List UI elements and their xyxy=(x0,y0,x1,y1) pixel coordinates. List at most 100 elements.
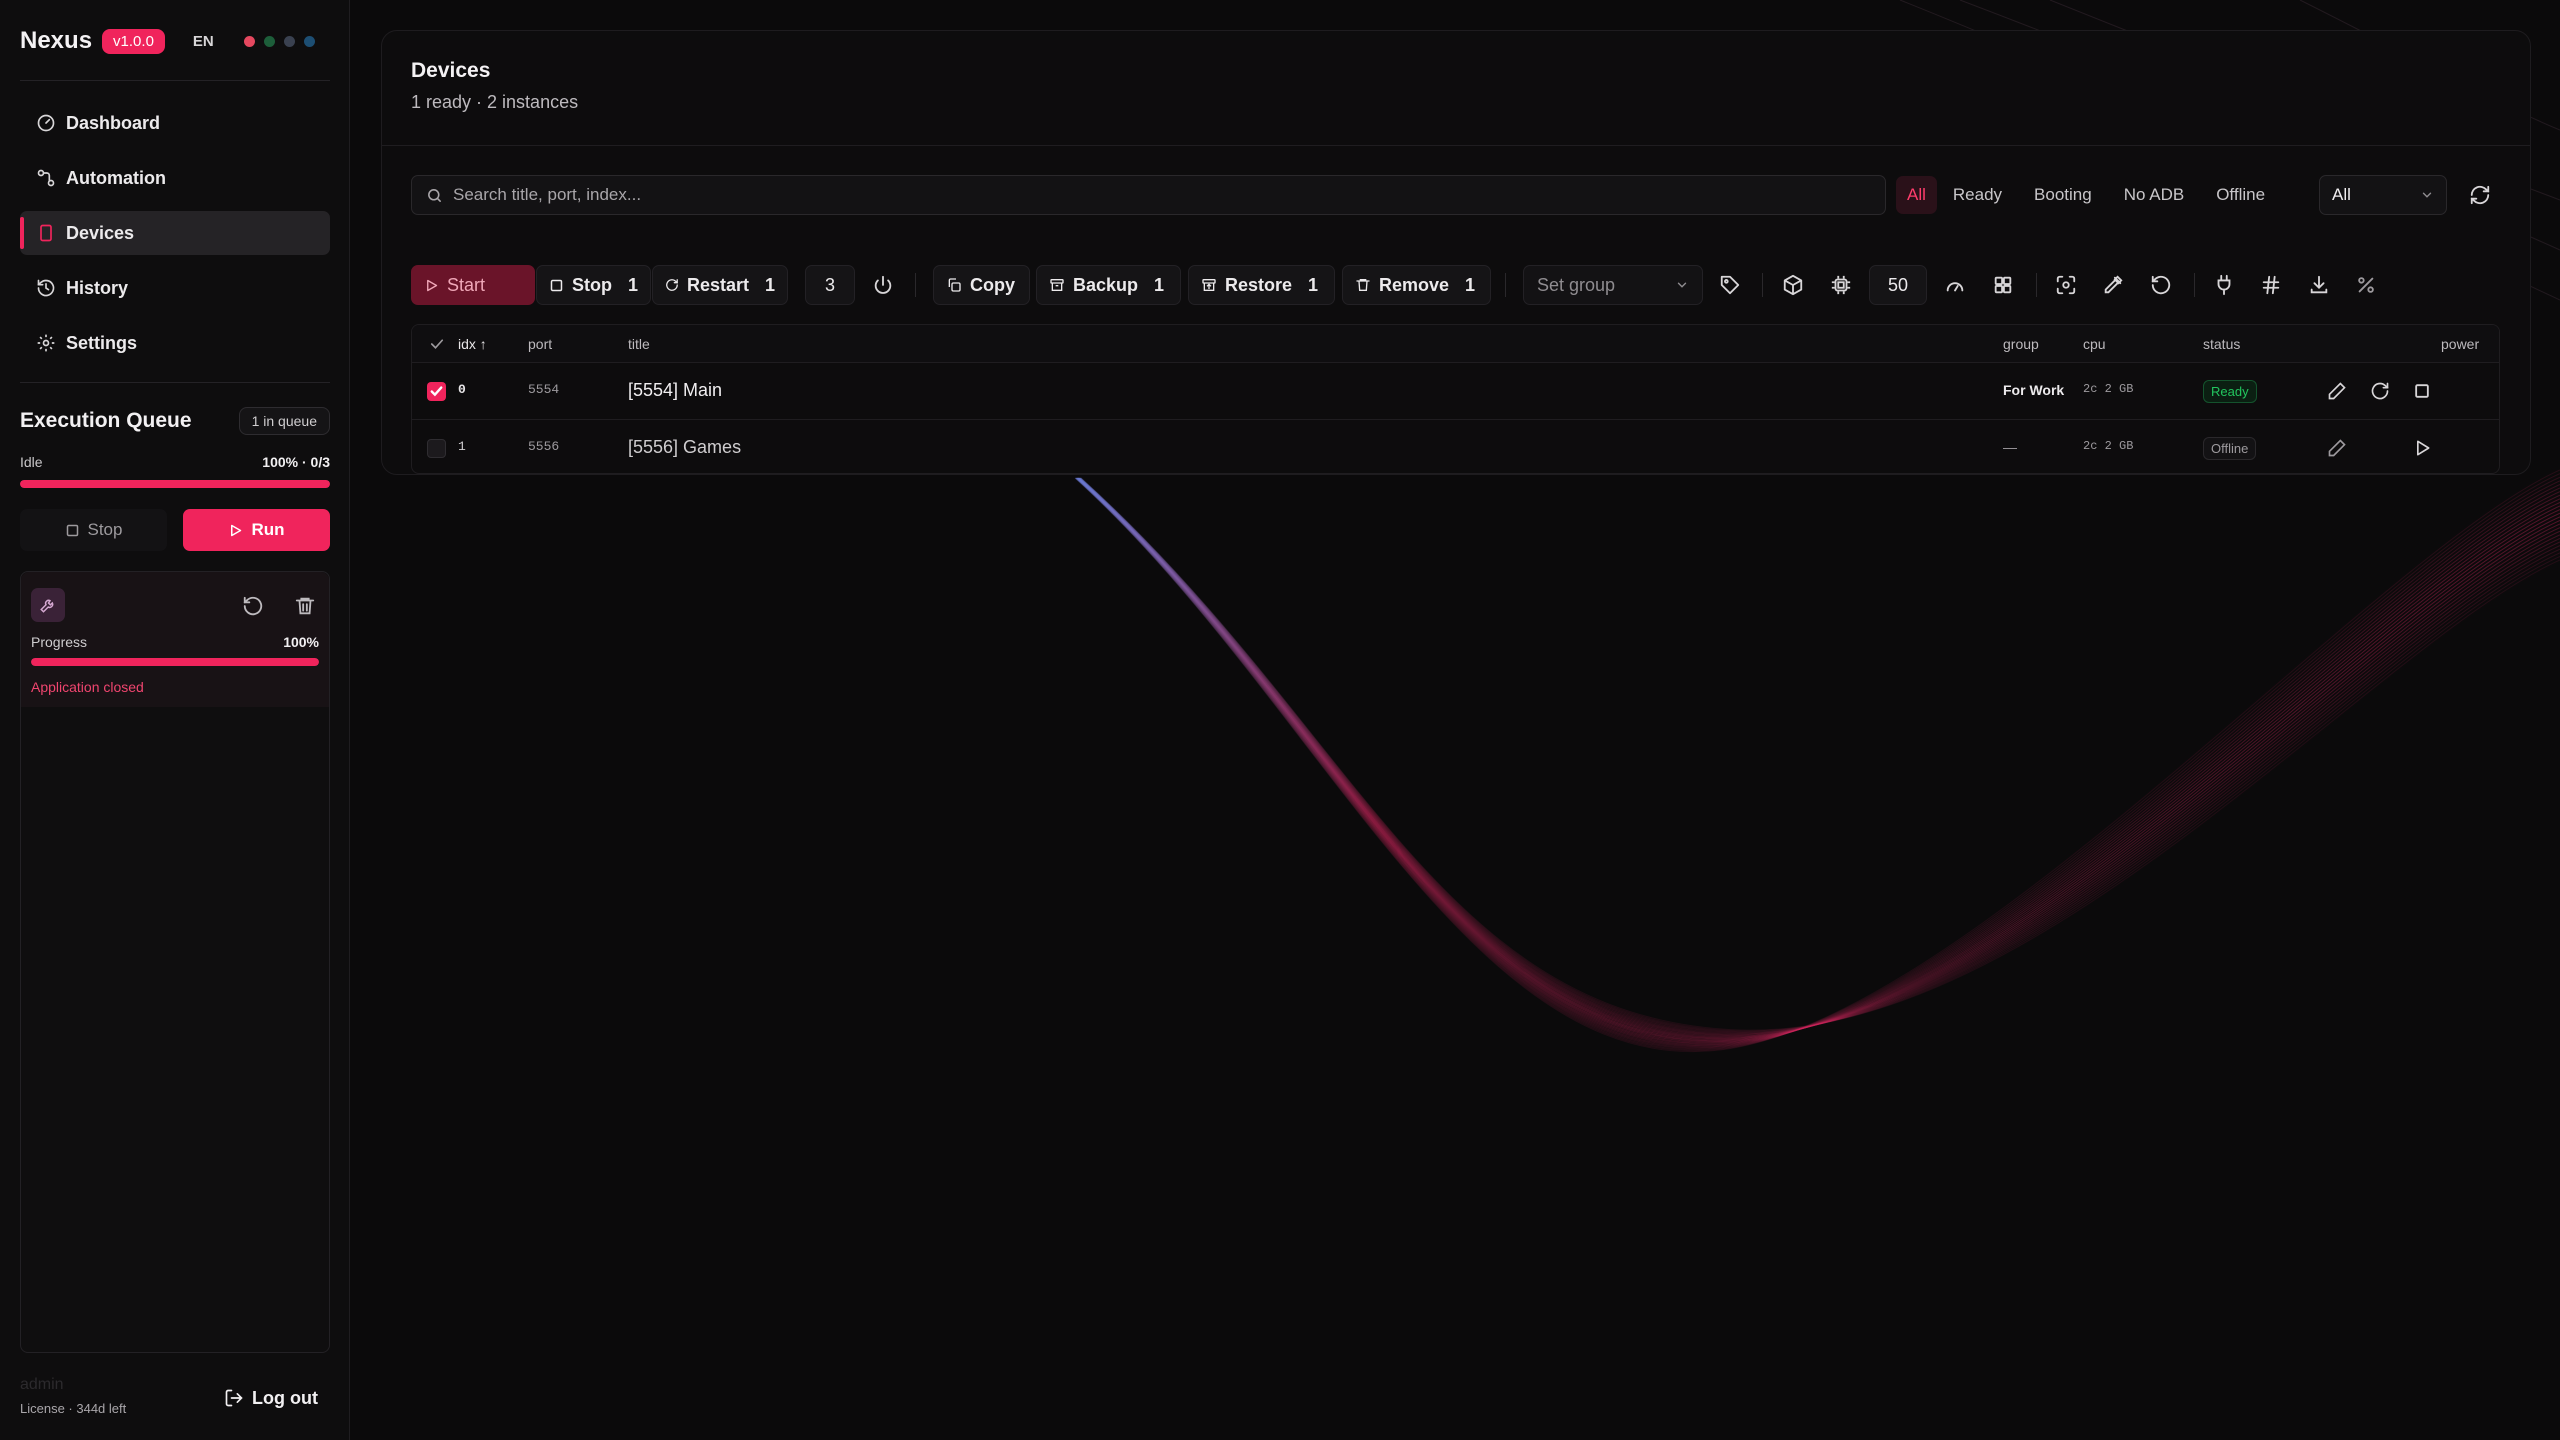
play-icon xyxy=(231,524,242,536)
row-checkbox[interactable] xyxy=(427,382,446,401)
restart-button[interactable]: Restart 1 xyxy=(652,265,788,305)
cell-cpu: 2c 2 GB xyxy=(2083,439,2134,453)
cpu-icon[interactable] xyxy=(1830,274,1852,296)
sidebar-item-dashboard[interactable]: Dashboard xyxy=(20,101,330,145)
job-item: Progress 100% Application closed xyxy=(21,572,329,707)
queue-title: Execution Queue xyxy=(20,409,192,432)
filter-all[interactable]: All xyxy=(1896,176,1937,214)
gauge-icon xyxy=(37,114,55,132)
grid-icon[interactable] xyxy=(1992,274,2014,296)
backup-count: 1 xyxy=(1154,274,1165,295)
start-label: Start xyxy=(447,274,486,295)
restart-icon xyxy=(666,279,678,291)
column-header-status[interactable]: status xyxy=(2203,336,2240,352)
toolbar-separator xyxy=(915,273,916,297)
group-select[interactable]: All xyxy=(2319,175,2447,215)
app-name: Nexus xyxy=(20,27,93,54)
job-progress-row: Progress 100% xyxy=(31,634,319,650)
remove-count: 1 xyxy=(1465,274,1476,295)
set-group-select[interactable]: Set group xyxy=(1523,265,1703,305)
play-icon xyxy=(427,279,438,291)
queue-progress-bar xyxy=(20,480,330,488)
filter-booting[interactable]: Booting xyxy=(2018,176,2108,214)
row-checkbox[interactable] xyxy=(427,439,446,458)
batch-size-input[interactable]: 3 xyxy=(805,265,855,305)
sidebar-item-label: Dashboard xyxy=(66,112,161,133)
column-header-port[interactable]: port xyxy=(528,336,552,352)
toolbar-separator xyxy=(1762,273,1763,297)
language-toggle[interactable]: EN xyxy=(193,33,214,50)
pencil-icon[interactable] xyxy=(2327,381,2347,401)
rotate-icon[interactable] xyxy=(2150,274,2172,296)
screenshot-icon[interactable] xyxy=(2055,274,2077,296)
play-icon[interactable] xyxy=(2412,438,2432,458)
queue-stop-button[interactable]: Stop xyxy=(20,509,167,551)
table-row[interactable]: 0 5554 [5554] Main For Work 2c 2 GB Read… xyxy=(412,364,2499,420)
pipette-icon[interactable] xyxy=(2102,274,2124,296)
remove-button[interactable]: Remove 1 xyxy=(1342,265,1491,305)
sidebar-item-devices[interactable]: Devices xyxy=(20,211,330,255)
select-all-checkbox[interactable] xyxy=(428,335,446,353)
copy-icon xyxy=(948,278,961,292)
sidebar-item-label: Devices xyxy=(66,222,135,243)
cell-group: — xyxy=(2003,439,2017,455)
copy-button[interactable]: Copy xyxy=(933,265,1030,305)
theme-dot-green[interactable] xyxy=(263,35,275,47)
search-icon xyxy=(428,188,441,202)
download-icon[interactable] xyxy=(2308,274,2330,296)
search-input[interactable] xyxy=(453,185,1885,205)
limit-input[interactable]: 50 xyxy=(1869,265,1927,305)
filter-ready[interactable]: Ready xyxy=(1937,176,2018,214)
stop-label: Stop xyxy=(571,274,612,295)
stop-icon[interactable] xyxy=(2412,381,2432,401)
theme-dot-blue[interactable] xyxy=(303,35,315,47)
theme-dot-red[interactable] xyxy=(243,35,255,47)
table-row[interactable]: 1 5556 [5556] Games — 2c 2 GB Offline xyxy=(412,421,2499,473)
panel-divider xyxy=(382,145,2530,146)
status-badge: Offline xyxy=(2203,437,2257,460)
backup-button[interactable]: Backup 1 xyxy=(1036,265,1181,305)
workflow-icon xyxy=(37,169,55,187)
start-button[interactable]: Start xyxy=(411,265,535,305)
logout-label: Log out xyxy=(252,1387,318,1408)
restore-button[interactable]: Restore 1 xyxy=(1188,265,1335,305)
gauge-icon[interactable] xyxy=(1944,274,1966,296)
hash-icon[interactable] xyxy=(2260,274,2282,296)
queue-run-button[interactable]: Run xyxy=(183,509,330,551)
logout-icon xyxy=(225,1389,243,1407)
trash-icon xyxy=(1356,279,1370,291)
logout-button[interactable]: Log out xyxy=(224,1385,318,1411)
sidebar-item-label: Settings xyxy=(66,332,138,353)
sidebar-item-automation[interactable]: Automation xyxy=(20,156,330,200)
filter-no-adb[interactable]: No ADB xyxy=(2108,176,2200,214)
filter-offline[interactable]: Offline xyxy=(2200,176,2281,214)
tag-icon[interactable] xyxy=(1719,274,1741,296)
backup-label: Backup xyxy=(1073,274,1139,295)
package-icon[interactable] xyxy=(1782,274,1804,296)
cell-title: [5554] Main xyxy=(628,380,723,400)
column-header-power[interactable]: power xyxy=(2441,336,2479,352)
history-icon xyxy=(37,279,55,297)
restart-label: Restart xyxy=(686,274,749,295)
power-icon[interactable] xyxy=(872,274,894,296)
column-header-cpu[interactable]: cpu xyxy=(2083,336,2106,352)
percent-icon[interactable] xyxy=(2355,274,2377,296)
refresh-icon[interactable] xyxy=(2469,184,2491,206)
cell-idx: 1 xyxy=(458,439,466,454)
sidebar-item-history[interactable]: History xyxy=(20,266,330,310)
pencil-icon[interactable] xyxy=(2327,438,2347,458)
queue-status-row: Idle 100% · 0/3 xyxy=(20,454,330,470)
sidebar-item-settings[interactable]: Settings xyxy=(20,321,330,365)
theme-dot-gray[interactable] xyxy=(283,35,295,47)
stop-button[interactable]: Stop 1 xyxy=(536,265,651,305)
trash-icon[interactable] xyxy=(294,595,316,617)
sidebar-divider xyxy=(20,382,330,383)
column-header-title[interactable]: title xyxy=(628,336,650,352)
job-type-badge xyxy=(31,588,65,622)
restart-icon[interactable] xyxy=(2370,381,2390,401)
column-header-group[interactable]: group xyxy=(2003,336,2039,352)
column-header-idx[interactable]: idx ↑ xyxy=(458,336,487,352)
retry-icon[interactable] xyxy=(242,595,264,617)
gear-icon xyxy=(37,334,55,352)
plug-icon[interactable] xyxy=(2213,274,2235,296)
